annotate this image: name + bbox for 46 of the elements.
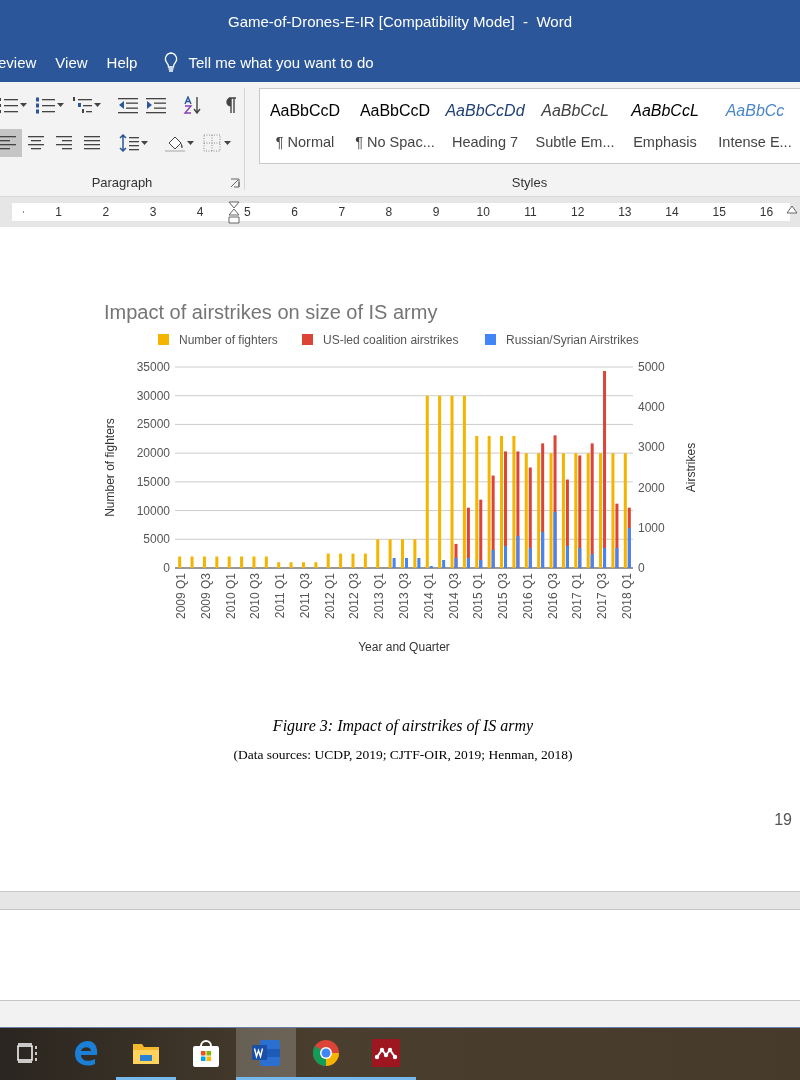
x-tick-label: 2014 Q1: [421, 573, 436, 620]
y-tick-label: 3000: [638, 440, 665, 455]
x-tick-label: 2013 Q3: [397, 573, 411, 620]
window-title: Game-of-Drones-E-IR [Compatibility Mode] - Word: [228, 12, 572, 30]
y-tick-label: 20000: [136, 446, 170, 461]
x-tick-label: 2010 Q1: [223, 573, 238, 620]
x-tick-label: 2016 Q1: [520, 573, 535, 620]
x-axis-title: Year and Quarter: [358, 640, 450, 654]
x-tick-label: 2010 Q3: [248, 573, 263, 620]
x-tick-label: 2009 Q1: [174, 573, 189, 620]
y-tick-label: 5000: [143, 532, 170, 547]
x-tick-label: 2017 Q3: [595, 573, 610, 620]
x-tick-label: 2009 Q3: [198, 573, 213, 620]
x-tick-label: 2011 Q1: [273, 573, 288, 619]
group-label: Styles: [511, 175, 548, 190]
y-axis-title: Number of fighters: [103, 418, 117, 517]
x-tick-label: 2017 Q1: [570, 573, 585, 620]
y-tick-label: 1000: [638, 520, 665, 535]
y-axis-title: Airstrikes: [684, 442, 698, 493]
y-tick-label: 0: [163, 561, 170, 575]
y-tick-label: 4000: [638, 400, 665, 415]
x-tick-label: 2016 Q3: [545, 573, 560, 620]
x-tick-label: 2014 Q3: [446, 573, 461, 620]
y-tick-label: 35000: [136, 360, 170, 374]
legend-label: Number of fighters: [179, 333, 278, 347]
x-tick-label: 2015 Q1: [471, 573, 486, 620]
y-tick-label: 25000: [136, 417, 170, 432]
x-tick-label: 2015 Q3: [496, 573, 511, 620]
x-tick-label: 2013 Q1: [372, 573, 387, 620]
x-tick-label: 2011 Q3: [297, 573, 312, 619]
y-tick-label: 10000: [136, 503, 170, 518]
legend-label: US-led coalition airstrikes: [323, 333, 459, 347]
source-note: (Data sources: UCDP, 2019; CJTF-OIR, 2019; Henman, 2018): [233, 747, 573, 763]
y-tick-label: 30000: [136, 388, 170, 403]
x-tick-label: 2012 Q1: [322, 573, 337, 620]
x-tick-label: 2012 Q3: [347, 573, 362, 620]
chart-title: Impact of airstrikes on size of IS army: [104, 301, 438, 323]
legend-label: Russian/Syrian Airstrikes: [506, 333, 639, 347]
figure-caption: Figure 3: Impact of airstrikes of IS army: [272, 717, 534, 735]
y-tick-label: 0: [638, 561, 645, 575]
y-tick-label: 15000: [136, 474, 170, 489]
y-tick-label: 5000: [638, 360, 665, 374]
x-tick-label: 2018 Q1: [619, 573, 634, 620]
group-label: Paragraph: [91, 175, 153, 190]
page-number: 19: [774, 811, 792, 829]
y-tick-label: 2000: [638, 480, 665, 495]
